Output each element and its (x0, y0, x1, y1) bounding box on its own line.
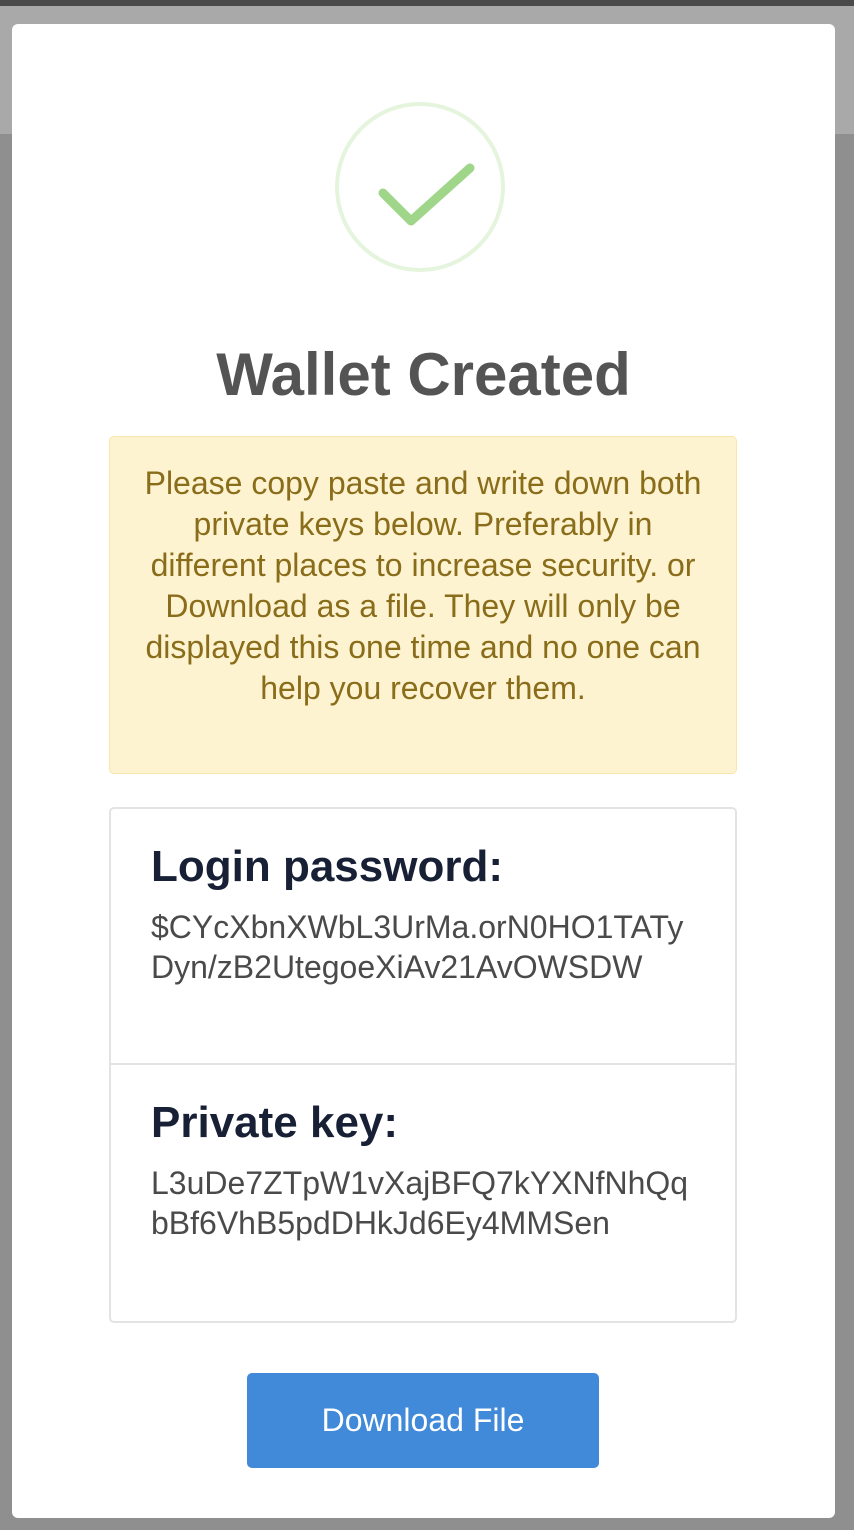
private-key-label: Private key: (151, 1098, 399, 1147)
private-key-section: Private key: L3uDe7ZTpW1vXajBFQ7kYXNfNhQ… (111, 1065, 735, 1321)
private-key-value[interactable]: L3uDe7ZTpW1vXajBFQ7kYXNfNhQqbBf6VhB5pdDH… (151, 1163, 695, 1243)
modal-title: Wallet Created (216, 341, 631, 408)
login-password-section: Login password: $CYcXbnXWbL3UrMa.orN0HO1… (111, 809, 735, 1065)
wallet-created-modal: Wallet Created Please copy paste and wri… (12, 24, 835, 1518)
keys-panel: Login password: $CYcXbnXWbL3UrMa.orN0HO1… (109, 807, 737, 1323)
download-file-button[interactable]: Download File (247, 1373, 599, 1468)
login-password-value[interactable]: $CYcXbnXWbL3UrMa.orN0HO1TATyDyn/zB2Utego… (151, 907, 695, 987)
warning-message: Please copy paste and write down both pr… (109, 436, 737, 774)
checkmark-icon (378, 163, 475, 226)
success-checkmark-icon (335, 102, 505, 272)
login-password-label: Login password: (151, 842, 503, 891)
